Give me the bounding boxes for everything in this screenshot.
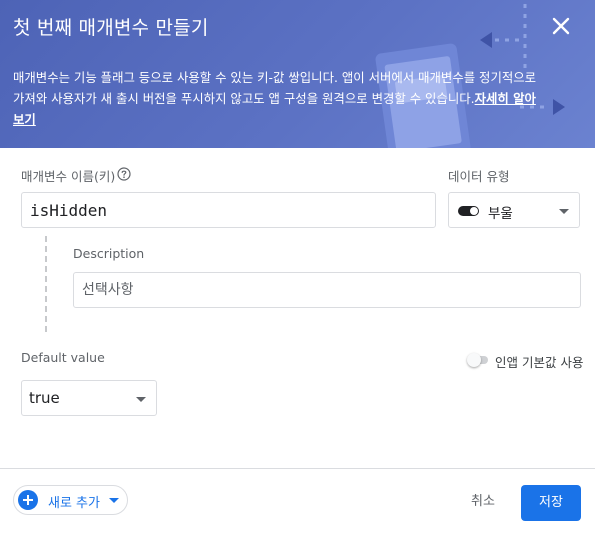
dialog-title: 첫 번째 매개변수 만들기: [13, 17, 209, 39]
close-icon[interactable]: [548, 13, 574, 39]
description-label: Description: [73, 246, 145, 261]
save-button[interactable]: 저장: [521, 485, 581, 521]
chevron-down-icon: [109, 498, 119, 503]
data-type-select[interactable]: 부울: [448, 192, 580, 228]
add-icon: [18, 490, 38, 510]
dialog-header: 첫 번째 매개변수 만들기 매개변수는 기능 플래그 등으로 사용할 수 있는 …: [0, 0, 595, 148]
default-value-select[interactable]: true: [21, 380, 157, 416]
add-new-button[interactable]: 새로 추가: [13, 485, 128, 515]
param-name-input[interactable]: isHidden: [21, 192, 436, 228]
footer-divider: [0, 468, 595, 469]
data-type-label: 데이터 유형: [448, 169, 510, 184]
description-text: 매개변수는 기능 플래그 등으로 사용할 수 있는 키-값 쌍입니다. 앱이 서…: [13, 70, 537, 106]
description-field[interactable]: [73, 272, 581, 308]
add-new-label: 새로 추가: [48, 496, 100, 511]
inapp-default-toggle[interactable]: [467, 353, 489, 367]
cancel-button[interactable]: 취소: [463, 486, 503, 518]
chevron-down-icon: [559, 209, 569, 214]
description-input[interactable]: [74, 273, 580, 307]
default-value-label: Default value: [21, 350, 105, 365]
chevron-down-icon: [136, 397, 146, 402]
inapp-default-label: 인앱 기본값 사용: [495, 355, 584, 370]
param-name-value: isHidden: [30, 201, 108, 220]
dialog-description: 매개변수는 기능 플래그 등으로 사용할 수 있는 키-값 쌍입니다. 앱이 서…: [13, 67, 543, 130]
description-connector: [45, 236, 47, 332]
param-name-label: 매개변수 이름(키): [21, 169, 116, 184]
help-icon[interactable]: [117, 167, 131, 181]
boolean-toggle-icon: [458, 206, 479, 216]
toggle-knob: [467, 353, 481, 367]
default-value: true: [29, 389, 60, 407]
data-type-value: 부울: [488, 206, 513, 222]
